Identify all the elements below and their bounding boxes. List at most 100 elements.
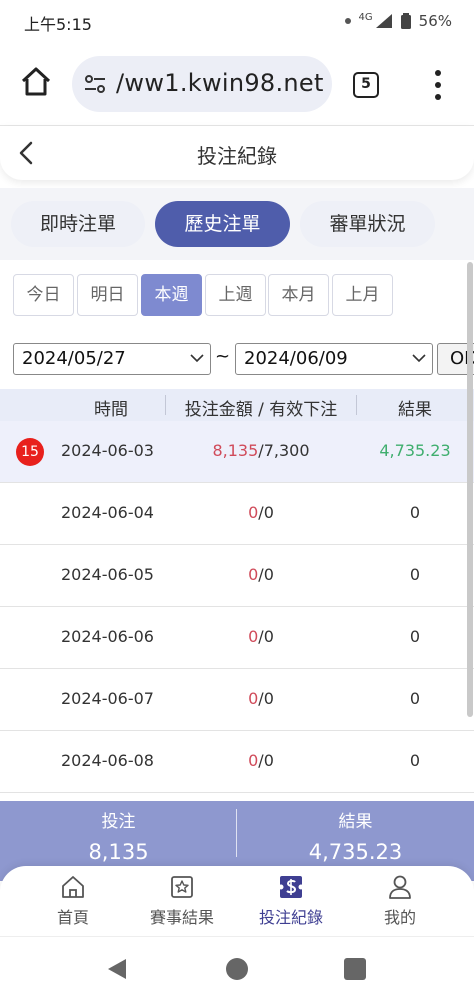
count-badge: 15 <box>16 438 44 466</box>
total-result-value: 4,735.23 <box>308 840 403 864</box>
row-date: 2024-06-03 <box>61 441 154 460</box>
nav-match-results[interactable]: 賽事結果 <box>123 874 241 928</box>
row-valid-bet: /0 <box>258 503 274 522</box>
nav-home[interactable]: 首頁 <box>14 874 132 928</box>
nav-match-results-label: 賽事結果 <box>149 908 214 927</box>
row-result: 0 <box>409 565 421 584</box>
row-date: 2024-06-04 <box>61 503 154 522</box>
row-date: 2024-06-08 <box>61 751 154 770</box>
range-this-week[interactable]: 本週 <box>141 274 202 316</box>
status-icons: 4G 56% <box>344 12 452 30</box>
range-today[interactable]: 今日 <box>13 274 74 316</box>
row-bet-amount: 0 <box>248 689 259 708</box>
end-date-select[interactable]: 2024/06/09 <box>235 343 433 375</box>
total-result-label: 結果 <box>338 812 373 832</box>
range-last-month[interactable]: 上月 <box>332 274 393 316</box>
header-result: 結果 <box>398 400 432 420</box>
row-valid-bet: /0 <box>258 689 274 708</box>
row-amount: 8,135/7,300 <box>166 441 356 460</box>
total-bet-value: 8,135 <box>88 840 149 864</box>
url-text: /ww1.kwin98.net <box>116 69 324 97</box>
bottom-navigation: 首頁 賽事結果 投注紀錄 我的 <box>0 866 474 936</box>
tab-live-orders[interactable]: 即時注單 <box>11 201 145 247</box>
nav-profile[interactable]: 我的 <box>341 874 459 928</box>
end-date-value: 2024/06/09 <box>244 348 348 369</box>
row-valid-bet: /0 <box>258 565 274 584</box>
date-range-chips: 今日 明日 本週 上週 本月 上月 <box>0 260 474 330</box>
table-row[interactable]: 2024-06-06 0/0 0 <box>0 607 474 669</box>
page-scrollbar[interactable] <box>467 262 473 717</box>
order-type-tabs: 即時注單 歷史注單 審單狀況 <box>0 188 474 260</box>
row-valid-bet: /0 <box>258 627 274 646</box>
row-amount: 0/0 <box>166 503 356 522</box>
site-settings-icon[interactable] <box>84 74 106 94</box>
browser-toolbar: /ww1.kwin98.net 5 <box>0 42 474 126</box>
nav-bet-records-label: 投注紀錄 <box>258 908 323 927</box>
row-valid-bet: /7,300 <box>258 441 310 460</box>
row-date: 2024-06-05 <box>61 565 154 584</box>
nav-profile-label: 我的 <box>383 908 416 927</box>
system-home-icon[interactable] <box>226 958 248 980</box>
battery-level: 56% <box>418 12 452 30</box>
tab-history-orders[interactable]: 歷史注單 <box>155 201 290 247</box>
table-row[interactable]: 2024-06-08 0/0 0 <box>0 731 474 793</box>
battery-icon <box>400 13 411 29</box>
start-date-value: 2024/05/27 <box>22 348 126 369</box>
tab-review-status[interactable]: 審單狀況 <box>300 201 435 247</box>
signal-icon <box>375 14 392 28</box>
browser-home-icon[interactable] <box>20 66 52 98</box>
table-row[interactable]: 2024-06-04 0/0 0 <box>0 483 474 545</box>
browser-menu-icon[interactable] <box>428 70 448 100</box>
row-amount: 0/0 <box>166 627 356 646</box>
row-result: 0 <box>409 503 421 522</box>
row-bet-amount: 0 <box>248 627 259 646</box>
system-recents-icon[interactable] <box>344 958 366 980</box>
date-filter: 2024/05/27 ~ 2024/06/09 OK <box>0 330 474 388</box>
page-header: 投注紀錄 <box>0 126 474 180</box>
row-amount: 0/0 <box>166 689 356 708</box>
address-bar[interactable]: /ww1.kwin98.net <box>72 56 332 112</box>
chevron-down-icon <box>190 354 204 363</box>
notification-dot-icon <box>344 18 351 24</box>
total-bet-label: 投注 <box>101 812 136 832</box>
row-bet-amount: 8,135 <box>212 441 259 460</box>
table-row[interactable]: 15 2024-06-03 8,135/7,300 4,735.23 <box>0 421 474 483</box>
bet-record-icon <box>278 876 304 898</box>
table-row[interactable]: 2024-06-07 0/0 0 <box>0 669 474 731</box>
row-bet-amount: 0 <box>248 751 259 770</box>
row-amount: 0/0 <box>166 565 356 584</box>
home-icon <box>62 876 84 898</box>
star-board-icon <box>171 876 193 898</box>
row-valid-bet: /0 <box>258 751 274 770</box>
system-back-icon[interactable] <box>106 957 130 981</box>
row-date: 2024-06-07 <box>61 689 154 708</box>
row-date: 2024-06-06 <box>61 627 154 646</box>
status-time: 上午5:15 <box>24 15 92 34</box>
nav-bet-records[interactable]: 投注紀錄 <box>232 874 350 928</box>
row-result: 4,735.23 <box>379 441 451 460</box>
nav-home-label: 首頁 <box>56 908 89 927</box>
range-last-week[interactable]: 上週 <box>205 274 266 316</box>
header-amount: 投注金額 / 有效下注 <box>184 400 338 420</box>
range-tomorrow[interactable]: 明日 <box>77 274 138 316</box>
user-icon <box>389 875 411 899</box>
total-result: 結果 4,735.23 <box>237 801 474 864</box>
date-separator: ~ <box>215 346 231 367</box>
page-title: 投注紀錄 <box>197 144 277 168</box>
row-amount: 0/0 <box>166 751 356 770</box>
status-bar: 上午5:15 4G 56% <box>0 0 474 42</box>
network-type: 4G <box>358 12 373 23</box>
table-header: 時間 投注金額 / 有效下注 結果 <box>0 389 474 421</box>
start-date-select[interactable]: 2024/05/27 <box>13 343 211 375</box>
row-bet-amount: 0 <box>248 565 259 584</box>
table-row[interactable]: 2024-06-05 0/0 0 <box>0 545 474 607</box>
tab-switcher-button[interactable]: 5 <box>353 72 379 98</box>
chevron-down-icon <box>412 354 426 363</box>
row-result: 0 <box>409 627 421 646</box>
total-bet: 投注 8,135 <box>0 801 237 864</box>
row-result: 0 <box>409 689 421 708</box>
header-time: 時間 <box>94 400 128 420</box>
system-navigation <box>0 936 474 1000</box>
row-result: 0 <box>409 751 421 770</box>
range-this-month[interactable]: 本月 <box>268 274 329 316</box>
